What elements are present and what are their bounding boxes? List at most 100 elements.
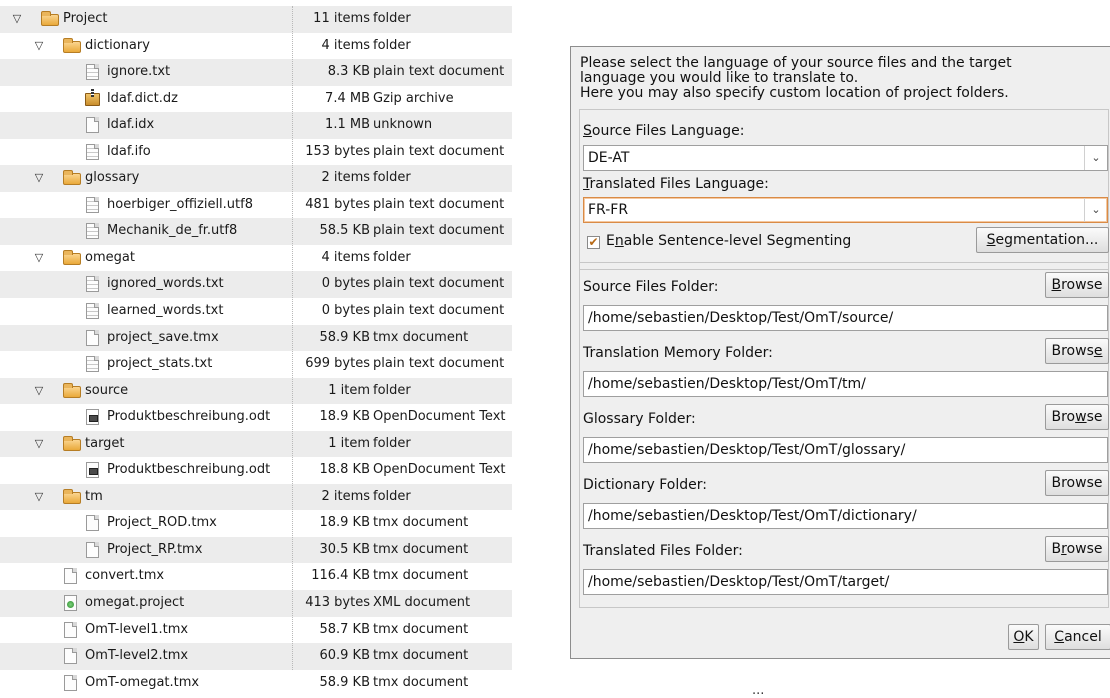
file-size: 58.9 KB	[319, 329, 370, 345]
source-language-label: Source Files Language:	[583, 123, 745, 139]
file-name: ldaf.dict.dz	[107, 90, 178, 106]
browse-button[interactable]: Browse	[1045, 470, 1109, 496]
expander-triangle-icon[interactable]: ▽	[32, 431, 46, 457]
expander-triangle-icon[interactable]: ▽	[32, 245, 46, 271]
file-icon	[85, 515, 101, 532]
browse-button[interactable]: Browse	[1045, 272, 1109, 298]
file-name: ldaf.ifo	[107, 143, 151, 159]
file-name: omegat	[85, 249, 135, 265]
tree-row[interactable]: OmT-level1.tmx 58.7 KB tmx document	[0, 617, 512, 644]
archive-icon	[85, 88, 101, 107]
file-size: 699 bytes	[305, 356, 370, 372]
segmenting-checkbox[interactable]: ✔	[587, 236, 600, 249]
file-icon	[85, 117, 101, 134]
segmentation-button[interactable]: Segmentation...	[976, 227, 1109, 253]
file-icon	[85, 329, 101, 346]
file-size: 1 item	[328, 435, 370, 451]
file-icon	[63, 621, 79, 638]
file-type: Gzip archive	[373, 90, 454, 106]
text-file-icon	[85, 356, 101, 373]
file-type: tmx document	[373, 648, 469, 664]
tree-row[interactable]: OmT-omegat.tmx 58.9 KB tmx document	[0, 670, 512, 697]
file-size: 413 bytes	[305, 595, 370, 611]
tree-row[interactable]: project_save.tmx 58.9 KB tmx document	[0, 324, 512, 352]
ok-button[interactable]: OK	[1008, 624, 1039, 650]
tree-row[interactable]: ldaf.idx 1.1 MB unknown	[0, 112, 512, 139]
source-language-combo[interactable]: DE-AT ⌄	[583, 145, 1108, 171]
tree-row[interactable]: ▽ omegat 4 items folder	[0, 245, 512, 272]
odt-file-icon	[85, 409, 101, 426]
file-name: ignore.txt	[107, 64, 171, 80]
tree-row[interactable]: ▽ dictionary 4 items folder	[0, 33, 512, 60]
expander-triangle-icon[interactable]: ▽	[10, 6, 24, 32]
tree-row[interactable]: ▽ tm 2 items folder	[0, 483, 512, 511]
tree-row[interactable]: ▽ source 1 item folder	[0, 377, 512, 405]
folder-path-input[interactable]: /home/sebastien/Desktop/Test/OmT/target/	[583, 569, 1108, 595]
file-name: project_save.tmx	[107, 329, 219, 345]
file-type: plain text document	[373, 64, 505, 80]
folder-label: Glossary Folder:	[583, 411, 696, 427]
tree-row[interactable]: project_stats.txt 699 bytes plain text doc…	[0, 351, 512, 378]
browse-button[interactable]: Browse	[1045, 338, 1109, 364]
tree-row[interactable]: convert.tmx 116.4 KB tmx document	[0, 563, 512, 590]
tree-row[interactable]: learned_words.txt 0 bytes plain text docum…	[0, 298, 512, 325]
file-size: 58.9 KB	[319, 674, 370, 690]
file-name: hoerbiger_offiziell.utf8	[107, 196, 253, 212]
file-type: plain text document	[373, 143, 505, 159]
tree-row[interactable]: hoerbiger_offiziell.utf8 481 bytes plain t…	[0, 192, 512, 219]
folder-path-input[interactable]: /home/sebastien/Desktop/Test/OmT/source/	[583, 305, 1108, 331]
file-icon	[63, 568, 79, 585]
tree-row[interactable]: OmT-level2.tmx 60.9 KB tmx document	[0, 643, 512, 670]
file-name: Project	[63, 11, 108, 26]
tree-row[interactable]: Produktbeschreibung.odt 18.8 KB OpenDocume…	[0, 457, 512, 484]
file-size: 4 items	[321, 37, 370, 53]
file-type: plain text document	[373, 303, 505, 319]
column-separator	[292, 6, 293, 670]
file-type: plain text document	[373, 196, 505, 212]
file-size: 58.5 KB	[319, 223, 370, 239]
target-language-label: Translated Files Language:	[583, 176, 769, 192]
tree-row[interactable]: Mechanik_de_fr.utf8 58.5 KB plain text doc…	[0, 218, 512, 245]
expander-triangle-icon[interactable]: ▽	[32, 378, 46, 404]
file-type: plain text document	[373, 356, 505, 372]
tree-row[interactable]: Project_RP.tmx 30.5 KB tmx document	[0, 536, 512, 564]
file-size: 0 bytes	[321, 276, 370, 292]
tree-row[interactable]: ignore.txt 8.3 KB plain text document	[0, 59, 512, 86]
target-language-combo[interactable]: FR-FR ⌄	[583, 197, 1108, 223]
expander-triangle-icon[interactable]: ▽	[32, 484, 46, 510]
file-name: Produktbeschreibung.odt	[107, 409, 271, 425]
folder-path-input[interactable]: /home/sebastien/Desktop/Test/OmT/glossar…	[583, 437, 1108, 463]
text-file-icon	[85, 196, 101, 213]
file-type: folder	[373, 37, 411, 53]
tree-row[interactable]: ldaf.ifo 153 bytes plain text document	[0, 139, 512, 166]
tree-row[interactable]: omegat.project 413 bytes XML document	[0, 590, 512, 617]
tree-row[interactable]: Project_ROD.tmx 18.9 KB tmx document	[0, 510, 512, 537]
file-name: Project_RP.tmx	[107, 541, 203, 557]
tree-row[interactable]: ldaf.dict.dz 7.4 MB Gzip archive	[0, 86, 512, 113]
tree-row[interactable]: ▽ Project 11 items folder	[0, 6, 512, 33]
tree-row[interactable]: Produktbeschreibung.odt 18.9 KB OpenDocume…	[0, 404, 512, 431]
folder-path-input[interactable]: /home/sebastien/Desktop/Test/OmT/tm/	[583, 371, 1108, 397]
browse-button[interactable]: Browse	[1045, 404, 1109, 430]
segmenting-label[interactable]: Enable Sentence-level Segmenting	[606, 233, 851, 249]
xml-file-icon	[63, 595, 79, 612]
expander-triangle-icon[interactable]: ▽	[32, 165, 46, 191]
browse-button[interactable]: Browse	[1045, 536, 1109, 562]
folder-icon	[63, 37, 81, 54]
expander-triangle-icon[interactable]: ▽	[32, 33, 46, 59]
folder-label: Translation Memory Folder:	[583, 345, 773, 361]
tree-row[interactable]: ▽ glossary 2 items folder	[0, 165, 512, 192]
chevron-down-icon[interactable]: ⌄	[1084, 198, 1107, 222]
tree-row[interactable]: ▽ target 1 item folder	[0, 430, 512, 458]
file-type: folder	[373, 488, 411, 504]
file-type: folder	[373, 11, 411, 26]
text-file-icon	[85, 143, 101, 160]
chevron-down-icon[interactable]: ⌄	[1084, 146, 1107, 170]
cancel-button[interactable]: Cancel	[1045, 624, 1110, 650]
file-name: Produktbeschreibung.odt	[107, 462, 271, 478]
file-size: 2 items	[321, 488, 370, 504]
tree-row[interactable]: ignored_words.txt 0 bytes plain text docum…	[0, 271, 512, 299]
folder-path-input[interactable]: /home/sebastien/Desktop/Test/OmT/diction…	[583, 503, 1108, 529]
odt-file-icon	[85, 462, 101, 479]
file-name: Mechanik_de_fr.utf8	[107, 223, 238, 239]
